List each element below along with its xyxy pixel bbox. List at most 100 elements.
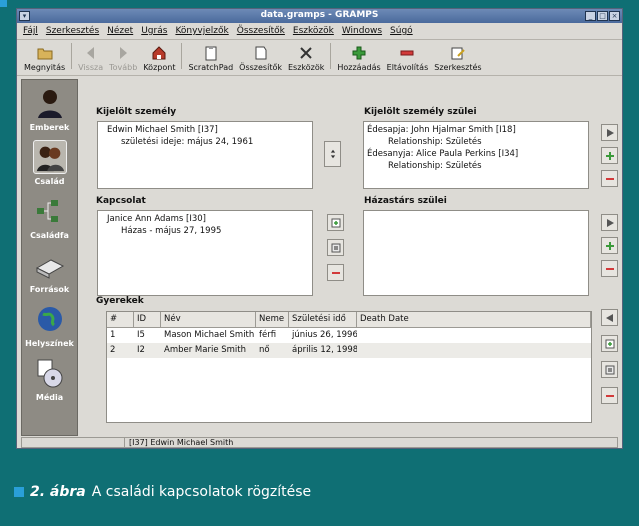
minus-icon <box>605 267 614 270</box>
spouse-label: Kapcsolat <box>96 196 146 206</box>
spouse-parents-remove-button[interactable] <box>601 260 618 277</box>
sidebar-item-media[interactable]: Média <box>22 356 77 402</box>
parents-remove-button[interactable] <box>601 170 618 187</box>
folder-icon <box>37 48 53 60</box>
minus-icon <box>605 394 614 397</box>
active-person-label: Kijelölt személy <box>96 107 177 117</box>
menu-reports[interactable]: Összesítők <box>237 26 285 36</box>
spouse-parents-label: Házastárs szülei <box>364 196 447 206</box>
spouse-parents-go-button[interactable] <box>601 214 618 231</box>
spouse-remove-button[interactable] <box>327 264 344 281</box>
father-relationship: Relationship: Születés <box>388 137 482 147</box>
sidebar-item-family[interactable]: Család <box>22 140 77 186</box>
parents-add-button[interactable] <box>601 147 618 164</box>
menu-windows[interactable]: Windows <box>342 26 382 36</box>
parents-go-button[interactable] <box>601 124 618 141</box>
column-birth-date[interactable]: Születési idő <box>289 312 357 327</box>
arrow-left-icon <box>86 47 94 59</box>
minimize-button[interactable]: _ <box>585 11 596 21</box>
menu-view[interactable]: Nézet <box>107 26 133 36</box>
minus-icon <box>331 271 340 274</box>
edit-button[interactable]: Szerkesztés <box>431 45 484 72</box>
toolbar: Megnyitás Vissza Tovább Központ ScratchP… <box>17 40 622 76</box>
home-icon <box>152 46 166 60</box>
table-row[interactable]: 2 I2 Amber Marie Smith nő április 12, 19… <box>107 343 591 358</box>
children-table-header: # ID Név Neme Születési idő Death Date <box>107 312 591 328</box>
pedigree-icon <box>36 200 58 222</box>
column-death-date[interactable]: Death Date <box>357 312 591 327</box>
sidebar-item-people[interactable]: Emberek <box>22 86 77 132</box>
spouse-edit-button[interactable] <box>327 239 344 256</box>
tools-icon <box>300 47 312 59</box>
back-button[interactable]: Vissza <box>75 45 106 72</box>
plus-icon <box>605 151 614 160</box>
menu-bar: Fájl Szerkesztés Nézet Ugrás Könyvjelzők… <box>17 23 622 40</box>
globe-icon <box>37 307 62 331</box>
father-line: Édesapja: John Hjalmar Smith [I18] <box>367 125 516 135</box>
remove-button[interactable]: Eltávolítás <box>384 45 432 72</box>
reports-button[interactable]: Összesítők <box>236 45 285 72</box>
children-label: Gyerekek <box>96 296 144 306</box>
arrow-right-icon <box>606 218 614 227</box>
progress-bar <box>21 437 125 448</box>
caption-marker <box>14 487 24 497</box>
active-parents-label: Kijelölt személy szülei <box>364 107 477 117</box>
figure-caption: 2. ábra A családi kapcsolatok rögzítése <box>14 484 311 500</box>
tools-button[interactable]: Eszközök <box>285 45 327 72</box>
swap-arrows-icon <box>330 149 335 159</box>
sidebar: Emberek Család Családfa Források Helyszí… <box>21 79 78 436</box>
spouse-box[interactable]: Janice Ann Adams [I30] Házas - május 27,… <box>97 210 313 296</box>
spouse-parents-add-button[interactable] <box>601 237 618 254</box>
scratchpad-button[interactable]: ScratchPad <box>185 45 236 72</box>
menu-help[interactable]: Súgó <box>390 26 413 36</box>
column-gender[interactable]: Neme <box>256 312 289 327</box>
menu-file[interactable]: Fájl <box>23 26 38 36</box>
menu-tools[interactable]: Eszközök <box>293 26 334 36</box>
maximize-button[interactable]: □ <box>597 11 608 21</box>
column-number[interactable]: # <box>107 312 134 327</box>
status-text: [I37] Edwin Michael Smith <box>125 437 618 448</box>
swap-button[interactable] <box>324 141 341 167</box>
table-row[interactable]: 1 I5 Mason Michael Smith férfi június 26… <box>107 328 591 343</box>
menu-bookmarks[interactable]: Könyvjelzők <box>175 26 228 36</box>
media-icon <box>37 359 62 388</box>
children-add-existing-button[interactable] <box>601 335 618 352</box>
menu-edit[interactable]: Szerkesztés <box>46 26 99 36</box>
title-bar: ▾ data.gramps - GRAMPS _ □ × <box>17 9 622 23</box>
person-icon <box>37 90 62 118</box>
clipboard-icon <box>205 46 217 61</box>
children-edit-button[interactable] <box>601 361 618 378</box>
menu-go[interactable]: Ugrás <box>141 26 167 36</box>
active-person-box[interactable]: Edwin Michael Smith [I37] születési idej… <box>97 121 313 189</box>
minus-icon <box>605 177 614 180</box>
column-id[interactable]: ID <box>134 312 161 327</box>
arrow-right-icon <box>606 128 614 137</box>
column-name[interactable]: Név <box>161 312 256 327</box>
spouse-parents-box[interactable] <box>363 210 589 296</box>
close-button[interactable]: × <box>609 11 620 21</box>
sidebar-item-sources[interactable]: Források <box>22 248 77 294</box>
gramps-window: ▾ data.gramps - GRAMPS _ □ × Fájl Szerke… <box>16 8 623 449</box>
caption-figure-number: 2. ábra <box>30 484 86 500</box>
children-remove-button[interactable] <box>601 387 618 404</box>
plus-icon <box>352 46 366 60</box>
mother-line: Édesanyja: Alice Paula Perkins [I34] <box>367 149 519 159</box>
sidebar-item-pedigree[interactable]: Családfa <box>22 194 77 240</box>
window-title: data.gramps - GRAMPS <box>260 10 379 20</box>
add-button[interactable]: Hozzáadás <box>334 45 383 72</box>
spouse-add-existing-button[interactable] <box>327 214 344 231</box>
home-button[interactable]: Központ <box>140 45 178 72</box>
children-go-button[interactable] <box>601 309 618 326</box>
arrow-right-icon <box>120 47 128 59</box>
caption-text: A családi kapcsolatok rögzítése <box>91 484 312 500</box>
book-icon <box>35 259 64 279</box>
open-button[interactable]: Megnyitás <box>21 45 68 72</box>
children-table: # ID Név Neme Születési idő Death Date 1… <box>106 311 592 423</box>
arrow-left-icon <box>605 313 613 322</box>
edit-icon <box>331 243 340 252</box>
forward-button[interactable]: Tovább <box>106 45 140 72</box>
family-icon <box>32 140 67 174</box>
add-existing-icon <box>331 218 340 227</box>
active-parents-box[interactable]: Édesapja: John Hjalmar Smith [I18] Relat… <box>363 121 589 189</box>
sidebar-item-places[interactable]: Helyszínek <box>22 302 77 348</box>
